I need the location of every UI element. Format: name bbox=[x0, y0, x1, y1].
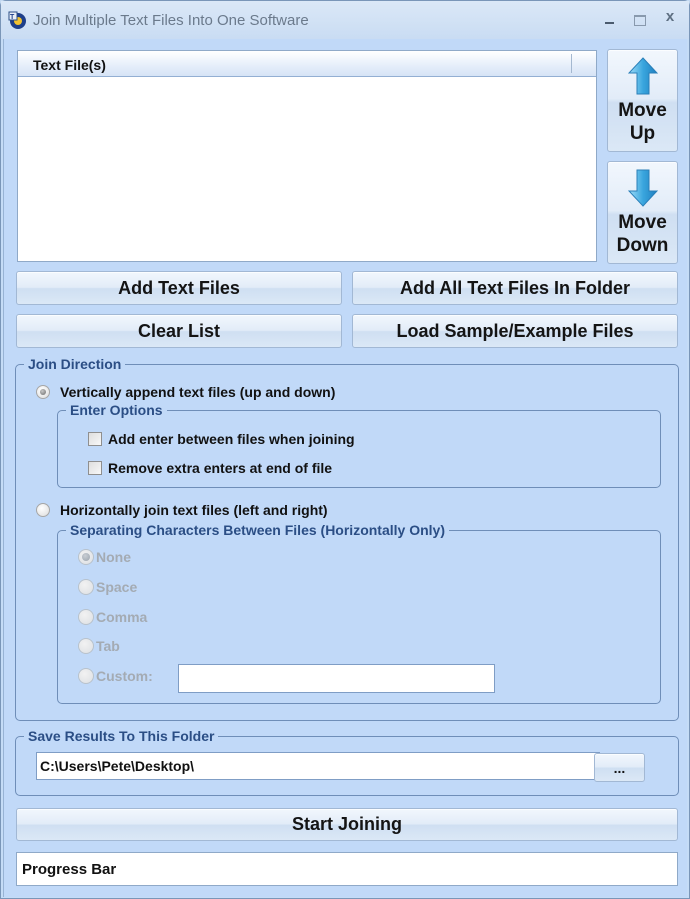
separator-none-label: None bbox=[96, 549, 131, 565]
join-direction-legend: Join Direction bbox=[24, 356, 126, 372]
add-all-text-files-in-folder-button[interactable]: Add All Text Files In Folder bbox=[352, 271, 678, 305]
vertical-append-radio[interactable] bbox=[36, 385, 50, 399]
add-enter-label: Add enter between files when joining bbox=[108, 431, 355, 447]
app-icon: T bbox=[8, 11, 26, 29]
column-separator[interactable] bbox=[571, 54, 572, 73]
move-down-label-1: Move bbox=[618, 211, 667, 233]
separator-none-radio[interactable] bbox=[78, 549, 94, 565]
enter-options-legend: Enter Options bbox=[66, 402, 167, 418]
horizontal-join-option[interactable]: Horizontally join text files (left and r… bbox=[36, 502, 328, 518]
separator-option-none[interactable]: None bbox=[78, 549, 131, 565]
svg-text:T: T bbox=[10, 14, 15, 21]
start-joining-button[interactable]: Start Joining bbox=[16, 808, 678, 841]
load-sample-files-button[interactable]: Load Sample/Example Files bbox=[352, 314, 678, 348]
vertical-append-option[interactable]: Vertically append text files (up and dow… bbox=[36, 384, 335, 400]
separating-characters-legend: Separating Characters Between Files (Hor… bbox=[66, 522, 449, 538]
separator-comma-radio[interactable] bbox=[78, 609, 94, 625]
clear-list-button[interactable]: Clear List bbox=[16, 314, 342, 348]
text-files-list[interactable]: Text File(s) bbox=[17, 50, 597, 262]
column-header-text-files[interactable]: Text File(s) bbox=[33, 57, 106, 73]
enter-options-group: Enter Options Add enter between files wh… bbox=[57, 402, 661, 488]
list-header: Text File(s) bbox=[18, 51, 596, 77]
remove-extra-enters-option[interactable]: Remove extra enters at end of file bbox=[88, 460, 332, 476]
arrow-up-icon bbox=[627, 56, 658, 94]
progress-bar: Progress Bar bbox=[16, 852, 678, 886]
add-enter-option[interactable]: Add enter between files when joining bbox=[88, 431, 355, 447]
move-down-button[interactable]: Move Down bbox=[607, 161, 678, 264]
move-up-label-2: Up bbox=[629, 122, 656, 144]
horizontal-join-label: Horizontally join text files (left and r… bbox=[60, 502, 328, 518]
separator-comma-label: Comma bbox=[96, 609, 148, 625]
title-bar: T Join Multiple Text Files Into One Soft… bbox=[1, 1, 689, 39]
separator-option-custom[interactable]: Custom: bbox=[78, 668, 153, 684]
separator-option-comma[interactable]: Comma bbox=[78, 609, 147, 625]
remove-extra-enters-label: Remove extra enters at end of file bbox=[108, 460, 333, 476]
maximize-icon[interactable] bbox=[629, 10, 651, 28]
minimize-icon[interactable] bbox=[599, 10, 621, 28]
add-enter-checkbox[interactable] bbox=[88, 432, 102, 446]
save-folder-legend: Save Results To This Folder bbox=[24, 728, 219, 744]
progress-bar-label: Progress Bar bbox=[22, 860, 117, 878]
separator-option-space[interactable]: Space bbox=[78, 579, 137, 595]
save-folder-group: Save Results To This Folder C:\Users\Pet… bbox=[15, 728, 679, 796]
main-panel: Text File(s) Move Up Move Down Add Text … bbox=[3, 39, 687, 897]
join-direction-group: Join Direction Vertically append text fi… bbox=[15, 356, 679, 721]
app-window: T Join Multiple Text Files Into One Soft… bbox=[0, 0, 690, 899]
separator-tab-label: Tab bbox=[96, 638, 120, 654]
vertical-append-label: Vertically append text files (up and dow… bbox=[60, 384, 336, 400]
separator-custom-radio[interactable] bbox=[78, 668, 94, 684]
move-down-label-2: Down bbox=[616, 234, 669, 256]
save-folder-input[interactable]: C:\Users\Pete\Desktop\ bbox=[36, 752, 600, 780]
separator-space-radio[interactable] bbox=[78, 579, 94, 595]
close-icon[interactable]: x bbox=[659, 8, 681, 26]
horizontal-join-radio[interactable] bbox=[36, 503, 50, 517]
separator-option-tab[interactable]: Tab bbox=[78, 638, 120, 654]
window-title: Join Multiple Text Files Into One Softwa… bbox=[33, 12, 309, 29]
remove-extra-enters-checkbox[interactable] bbox=[88, 461, 102, 475]
browse-folder-button[interactable]: ... bbox=[594, 753, 645, 782]
separator-custom-label: Custom: bbox=[96, 668, 153, 684]
add-text-files-button[interactable]: Add Text Files bbox=[16, 271, 342, 305]
move-up-button[interactable]: Move Up bbox=[607, 49, 678, 152]
custom-separator-input[interactable] bbox=[178, 664, 495, 693]
separator-tab-radio[interactable] bbox=[78, 638, 94, 654]
separating-characters-group: Separating Characters Between Files (Hor… bbox=[57, 522, 661, 704]
arrow-down-icon bbox=[627, 169, 658, 207]
separator-space-label: Space bbox=[96, 579, 138, 595]
move-up-label-1: Move bbox=[618, 99, 667, 121]
